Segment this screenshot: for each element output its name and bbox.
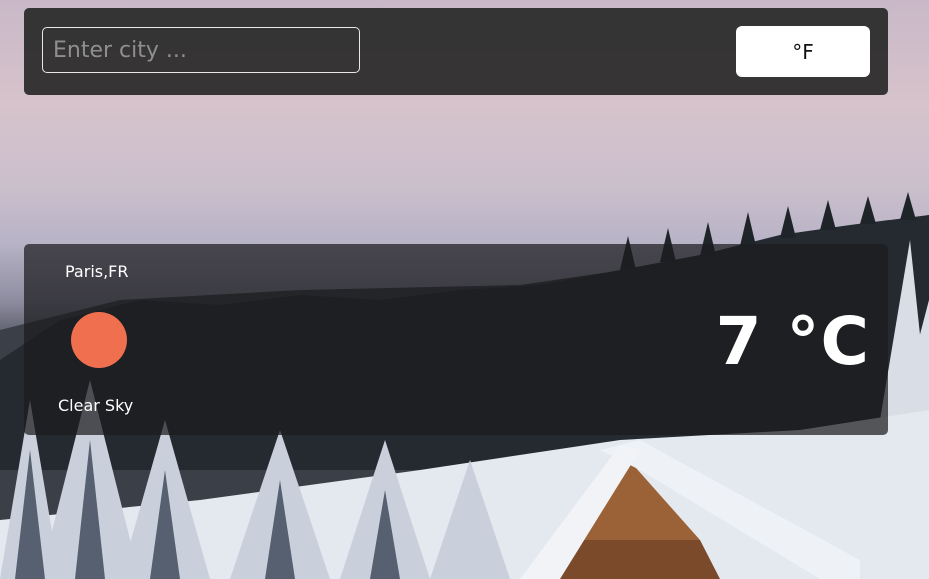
city-search-input[interactable] <box>42 27 360 73</box>
search-bar: °F <box>24 8 888 95</box>
location-label: Paris,FR <box>65 262 129 281</box>
weather-condition-label: Clear Sky <box>58 396 134 415</box>
unit-toggle-button[interactable]: °F <box>736 26 870 77</box>
sun-icon <box>71 312 127 368</box>
temperature-reading: 7 °C <box>715 303 870 380</box>
weather-card: Paris,FR Clear Sky 7 °C <box>24 244 888 435</box>
